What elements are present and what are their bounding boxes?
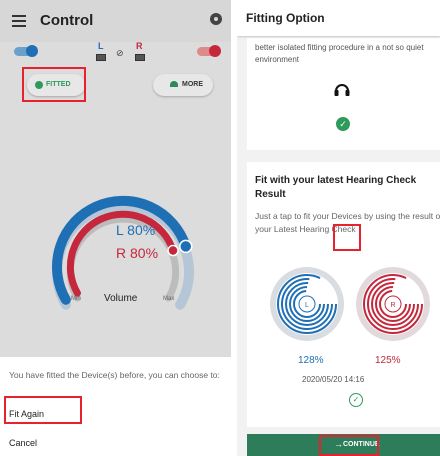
volume-max-label: Max <box>163 296 175 302</box>
sheet-message: You have fitted the Device(s) before, yo… <box>9 370 220 380</box>
link-icon: ⊘ <box>116 48 124 58</box>
left-side-label: L <box>98 41 104 51</box>
toggle-knob <box>209 45 221 57</box>
right-ear-ring: R <box>356 267 430 341</box>
cancel-option[interactable]: Cancel <box>9 438 37 448</box>
highlight-box <box>22 67 86 102</box>
battery-icon <box>96 54 106 61</box>
battery-icon <box>135 54 145 61</box>
left-ear-ring: L <box>270 267 344 341</box>
volume-label: Volume <box>104 293 138 304</box>
highlight-box <box>319 435 379 456</box>
left-volume-handle <box>179 239 193 254</box>
headphones-icon <box>170 81 178 87</box>
settings-dial-icon[interactable] <box>210 13 222 25</box>
right-volume-value: R 80% <box>116 245 159 261</box>
more-label: MORE <box>182 81 203 88</box>
highlight-box <box>333 224 361 251</box>
left-device-toggle[interactable] <box>14 45 38 57</box>
app-bar: Fitting Option <box>237 0 440 36</box>
more-button[interactable]: MORE <box>153 74 213 96</box>
right-device-toggle[interactable] <box>197 45 221 57</box>
card-description: better isolated fitting procedure in a n… <box>255 43 424 64</box>
left-result-value: 128% <box>298 355 324 366</box>
right-side-label: R <box>136 41 143 51</box>
fitting-option-screen: Fitting Option better isolated fitting p… <box>237 0 440 456</box>
right-ring-letter: R <box>390 302 395 309</box>
control-screen: Control L ⊘ R FITTED MORE L 80% R 80% Mi… <box>0 0 231 456</box>
hearing-check-card[interactable]: Fit with your latest Hearing Check Resul… <box>247 162 440 427</box>
quiet-environment-card[interactable]: better isolated fitting procedure in a n… <box>247 38 440 150</box>
card-title: Fit with your latest Hearing Check Resul… <box>255 175 417 200</box>
hearing-result-rings: L R <box>270 267 430 341</box>
hamburger-menu-icon[interactable] <box>12 15 26 27</box>
toggle-knob <box>26 45 38 57</box>
left-ring-letter: L <box>305 302 309 309</box>
selected-check-icon: ✓ <box>336 117 350 131</box>
page-title: Fitting Option <box>246 11 325 25</box>
page-title: Control <box>40 12 94 29</box>
left-volume-value: L 80% <box>116 222 156 238</box>
result-date: 2020/05/20 14:16 <box>302 375 365 384</box>
volume-min-label: Min <box>71 296 81 302</box>
right-volume-handle <box>167 244 179 257</box>
app-bar: Control <box>0 0 231 42</box>
headphones-icon <box>334 84 350 96</box>
right-result-value: 125% <box>375 355 401 366</box>
select-check-icon[interactable]: ✓ <box>349 393 363 407</box>
highlight-box <box>4 396 82 424</box>
